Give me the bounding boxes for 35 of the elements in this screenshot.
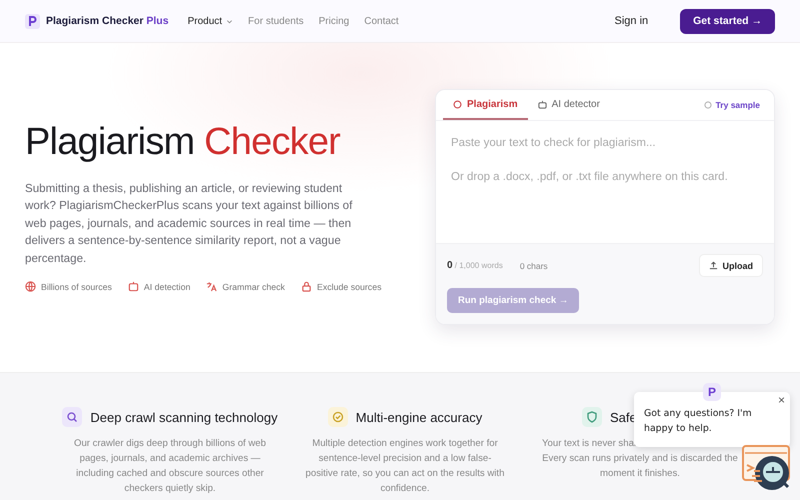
feature-label: AI detection <box>144 282 190 292</box>
page-title: Plagiarism Checker <box>25 122 342 164</box>
search-icon <box>62 407 82 427</box>
feature-title: Multi-engine accuracy <box>356 410 482 424</box>
feature-label: Grammar check <box>222 282 285 292</box>
upload-button[interactable]: Upload <box>698 254 763 277</box>
circle-icon <box>704 101 712 109</box>
feature-description: Multiple detection engines work together for sentence-level precision and a low false-positive rate, so you can act on the results with confidence. <box>305 437 505 496</box>
chat-launcher-drawing[interactable] <box>742 445 792 493</box>
word-count: 0 / 1,000 words <box>447 260 503 271</box>
translate-icon <box>206 281 218 292</box>
feature-label: Exclude sources <box>316 282 382 292</box>
feature-description: Our crawler digs deep through billions of web pages, journals, and academic archives — including cached and obscure sources other checkers quietly skip. <box>73 437 267 496</box>
sign-in-link[interactable]: Sign in <box>614 15 648 27</box>
text-input-field[interactable]: Paste your text to check for plagiarism... Or drop a .docx, .pdf, or .txt file anywhere on this card. <box>436 121 774 244</box>
upload-icon <box>708 261 718 270</box>
tab[interactable]: AI detector <box>528 90 610 120</box>
character-count: 0 chars <box>520 260 548 270</box>
logo-icon <box>25 14 40 28</box>
intro-paragraph: Submitting a thesis, publishing an article, or reviewing student work? PlagiarismCheckerPlus scans your text against billions of web pages, journals, and academic sources in real time — then delivers a sentence-by-sentence similarity report, not a vague percentage. <box>25 180 354 267</box>
close-button[interactable]: × <box>776 393 787 407</box>
robot-icon <box>128 281 139 292</box>
try-sample-link[interactable]: Try sample <box>704 90 760 120</box>
globe-icon <box>25 281 36 292</box>
get-started-button[interactable]: Get started → <box>680 8 775 34</box>
robot-icon <box>538 100 547 108</box>
chat-message: Got any questions? I'm happy to help. <box>644 407 753 436</box>
feature-title: Deep crawl scanning technology <box>90 410 278 424</box>
circle-icon <box>453 100 462 108</box>
brand-logo[interactable]: Plagiarism Checker Plus <box>46 15 169 27</box>
feature-label: Billions of sources <box>41 282 112 292</box>
nav-link[interactable]: Product <box>188 16 234 26</box>
lock-icon <box>300 281 312 292</box>
shield-icon <box>582 407 602 427</box>
chat-avatar: P <box>703 383 721 401</box>
